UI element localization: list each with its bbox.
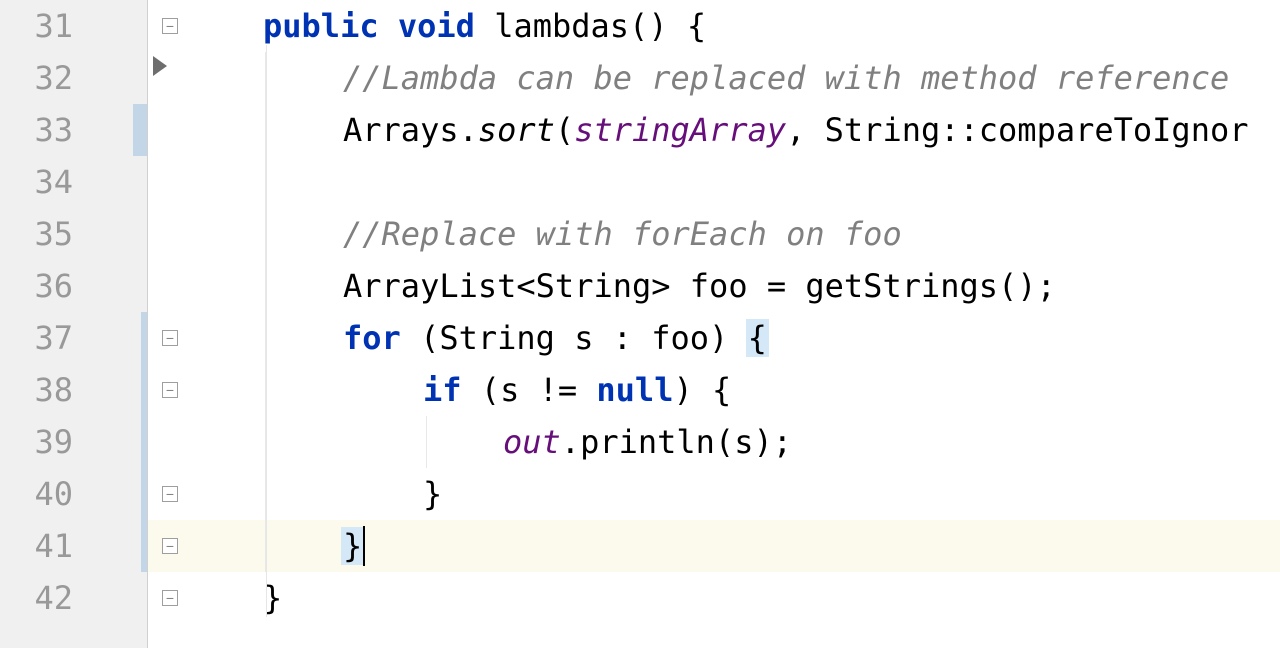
code-line[interactable]: ArrayList<String> foo = getStrings();	[148, 260, 1280, 312]
line-number[interactable]: 34	[8, 163, 73, 201]
run-gutter-icon[interactable]	[153, 56, 167, 76]
gutter-row: 37	[0, 312, 147, 364]
code-line[interactable]: //Lambda can be replaced with method ref…	[148, 52, 1280, 104]
code-token-method: sort	[478, 111, 555, 149]
code-token-kw: if	[423, 371, 462, 409]
gutter-row: 36	[0, 260, 147, 312]
gutter-annotation	[73, 572, 147, 624]
code-token-default: }	[341, 527, 364, 565]
code-token-default: (s !=	[462, 371, 597, 409]
gutter-row: 42	[0, 572, 147, 624]
gutter-row: 35	[0, 208, 147, 260]
code-token-default: ) {	[673, 371, 731, 409]
gutter-annotation	[73, 468, 147, 520]
code-token-field: stringArray	[574, 111, 786, 149]
gutter-annotation	[73, 208, 147, 260]
code-line[interactable]: //Replace with forEach on foo	[148, 208, 1280, 260]
code-token-default: Arrays.	[343, 111, 478, 149]
gutter-row: 31	[0, 0, 147, 52]
fold-toggle-icon[interactable]	[162, 538, 178, 554]
gutter-annotation	[73, 312, 147, 364]
line-number[interactable]: 40	[8, 475, 73, 513]
code-token-default: lambdas() {	[494, 7, 706, 45]
code-line[interactable]: if (s != null) {	[148, 364, 1280, 416]
gutter-annotation	[73, 52, 147, 104]
gutter-annotation	[73, 416, 147, 468]
line-number[interactable]: 37	[8, 319, 73, 357]
line-number[interactable]: 41	[8, 527, 73, 565]
code-token-default: .println(s);	[561, 423, 792, 461]
gutter-row: 33	[0, 104, 147, 156]
line-number[interactable]: 35	[8, 215, 73, 253]
code-token-default: , String::compareToIgnor	[786, 111, 1248, 149]
gutter-row: 38	[0, 364, 147, 416]
code-line[interactable]: out.println(s);	[148, 416, 1280, 468]
line-number[interactable]: 39	[8, 423, 73, 461]
code-token-kw: null	[596, 371, 673, 409]
gutter-row: 40	[0, 468, 147, 520]
gutter-row: 32	[0, 52, 147, 104]
fold-toggle-icon[interactable]	[162, 330, 178, 346]
code-token-default: (	[555, 111, 574, 149]
code-area[interactable]: public void lambdas() { //Lambda can be r…	[148, 0, 1280, 648]
gutter-annotation	[73, 0, 147, 52]
gutter-annotation	[73, 104, 147, 156]
gutter-row: 39	[0, 416, 147, 468]
code-line[interactable]: public void lambdas() {	[148, 0, 1280, 52]
gutter-annotation	[73, 260, 147, 312]
code-token-default: (String s : foo)	[401, 319, 748, 357]
gutter-annotation	[73, 364, 147, 416]
indent-guide	[426, 416, 427, 468]
code-token-kw: for	[343, 319, 401, 357]
code-token-default	[379, 7, 398, 45]
vcs-change-marker[interactable]	[141, 520, 147, 572]
indent-guide	[266, 45, 267, 617]
code-line[interactable]	[148, 156, 1280, 208]
code-line[interactable]: }	[148, 520, 1280, 572]
code-token-kw: void	[398, 7, 475, 45]
vcs-change-marker[interactable]	[141, 468, 147, 520]
code-token-kw: public	[263, 7, 379, 45]
line-number[interactable]: 36	[8, 267, 73, 305]
code-token-static-field: out	[503, 423, 561, 461]
line-number[interactable]: 33	[8, 111, 73, 149]
line-number[interactable]: 31	[8, 7, 73, 45]
fold-toggle-icon[interactable]	[162, 18, 178, 34]
vcs-change-marker[interactable]	[141, 416, 147, 468]
gutter-row: 34	[0, 156, 147, 208]
fold-toggle-icon[interactable]	[162, 382, 178, 398]
gutter-annotation	[73, 156, 147, 208]
code-line[interactable]: }	[148, 468, 1280, 520]
code-token-default: {	[746, 319, 769, 357]
vcs-change-marker[interactable]	[141, 312, 147, 364]
fold-toggle-icon[interactable]	[162, 486, 178, 502]
text-cursor	[363, 526, 365, 566]
code-token-comment: //Replace with forEach on foo	[343, 215, 902, 253]
code-line[interactable]: Arrays.sort(stringArray, String::compare…	[148, 104, 1280, 156]
gutter-row: 41	[0, 520, 147, 572]
gutter-annotation	[73, 520, 147, 572]
line-number[interactable]: 38	[8, 371, 73, 409]
gutter: 31 32 33 34 35 36 37 38 39 40 41 42	[0, 0, 148, 648]
code-token-default: }	[423, 475, 442, 513]
code-editor[interactable]: 31 32 33 34 35 36 37 38 39 40 41 42 public void lam…	[0, 0, 1280, 648]
line-number[interactable]: 32	[8, 59, 73, 97]
code-token-default	[475, 7, 494, 45]
line-number[interactable]: 42	[8, 579, 73, 617]
code-token-default: ArrayList<String> foo = getStrings();	[343, 267, 1056, 305]
vcs-change-marker[interactable]	[141, 364, 147, 416]
code-line[interactable]: }	[148, 572, 1280, 624]
vcs-change-marker[interactable]	[133, 104, 147, 156]
code-line[interactable]: for (String s : foo) {	[148, 312, 1280, 364]
fold-toggle-icon[interactable]	[162, 590, 178, 606]
code-token-comment: //Lambda can be replaced with method ref…	[343, 59, 1229, 97]
